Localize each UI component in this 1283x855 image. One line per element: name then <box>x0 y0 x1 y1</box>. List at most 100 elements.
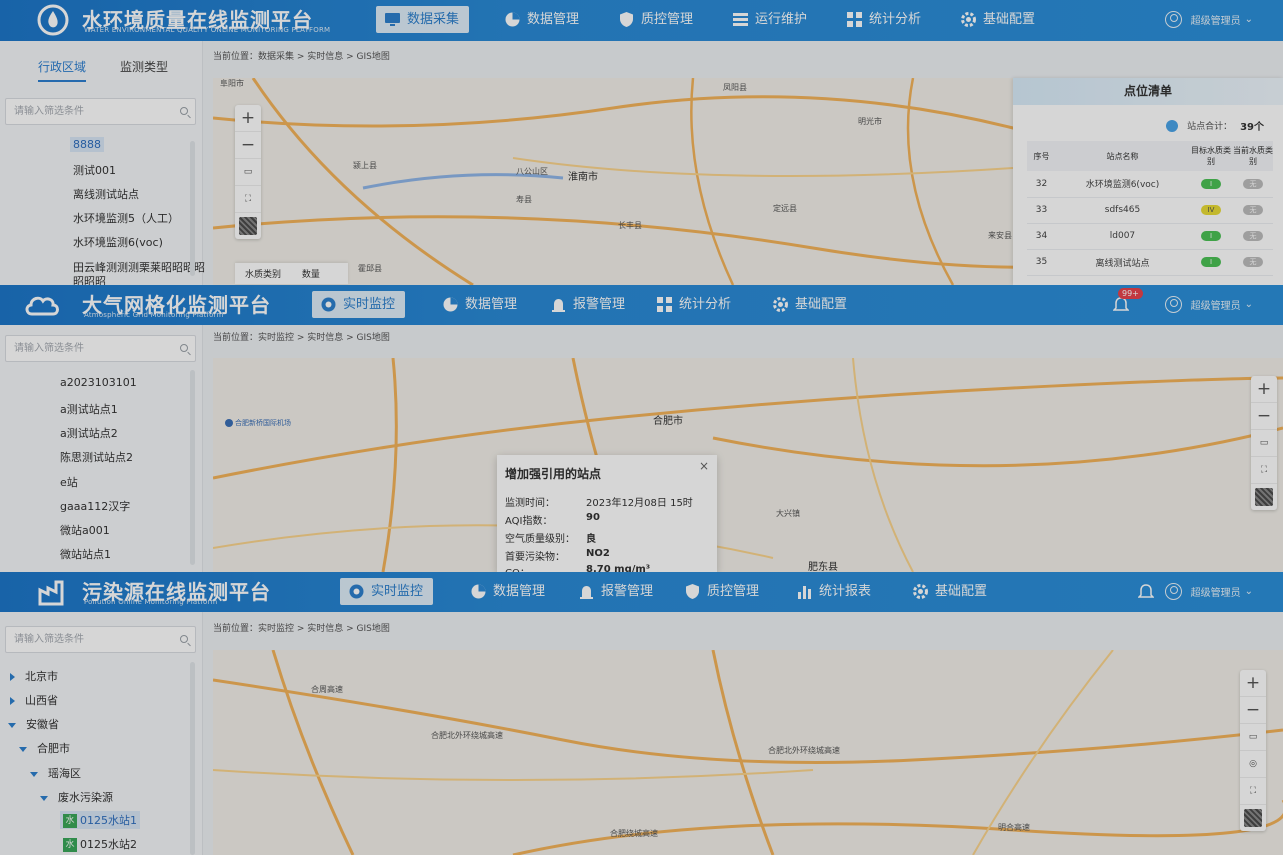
tree-leaf[interactable]: 水 0125水站1 <box>60 811 140 829</box>
sidebar-scrollbar[interactable] <box>190 662 195 855</box>
tree-item[interactable]: 微站a001 <box>60 522 110 538</box>
tree-item[interactable]: 微站站点1 <box>60 546 111 562</box>
zoom-in-button[interactable]: + <box>235 105 261 132</box>
nav-operation[interactable]: 运行维护 <box>724 6 817 33</box>
gear-icon <box>913 584 928 599</box>
satellite-layer-toggle[interactable] <box>1255 488 1273 506</box>
sidebar-tabs: 行政区域 监测类型 <box>0 41 203 89</box>
close-icon[interactable]: × <box>699 459 709 473</box>
tree-item[interactable]: 昭昭昭 <box>73 273 106 285</box>
map-roads <box>213 358 1283 572</box>
tree-node[interactable]: 北京市 <box>10 668 58 684</box>
popup-value: 90 <box>586 512 600 523</box>
nav-alarm-management[interactable]: 报警管理 <box>542 291 635 318</box>
air-user-menu[interactable]: 超级管理员 ⌄ <box>1164 296 1253 313</box>
ruler-icon[interactable]: ▭ <box>1251 430 1277 457</box>
tree-item[interactable]: a测试站点1 <box>60 401 118 417</box>
pollution-subtitle: Pollution Online Monitoring Platform <box>84 598 218 606</box>
nav-quality-control[interactable]: 质控管理 <box>610 6 703 33</box>
nav-statistics[interactable]: 统计分析 <box>648 291 741 318</box>
table-row[interactable]: 35 离线测试站点 I 无 <box>1027 249 1273 276</box>
zoom-out-button[interactable]: − <box>1240 697 1266 724</box>
nav-realtime-monitor[interactable]: 实时监控 <box>312 291 406 318</box>
nav-base-config[interactable]: 基础配置 <box>952 6 1045 33</box>
map-label: 来安县 <box>988 231 1012 240</box>
air-search-input[interactable]: 请输入筛选条件 <box>5 335 196 362</box>
sidebar-scrollbar[interactable] <box>190 141 195 276</box>
fullscreen-icon[interactable]: ⛶ <box>235 186 261 213</box>
table-row[interactable]: 33 sdfs465 IV 无 <box>1027 197 1273 224</box>
satellite-layer-toggle[interactable] <box>239 217 257 235</box>
ruler-icon[interactable]: ▭ <box>1240 724 1266 751</box>
fullscreen-icon[interactable]: ⛶ <box>1251 457 1277 484</box>
zoom-in-button[interactable]: + <box>1240 670 1266 697</box>
nav-base-config[interactable]: 基础配置 <box>904 578 997 605</box>
nav-realtime-monitor[interactable]: 实时监控 <box>340 578 434 605</box>
pollution-user-menu[interactable]: 超级管理员 ⌄ <box>1164 583 1253 600</box>
point-list-panel: 点位清单 站点合计： 39个 序号 站点名称 目标水质类别 当前水质类别 32 … <box>1013 78 1283 285</box>
map-label: 颍上县 <box>353 161 377 170</box>
nav-data-management[interactable]: 数据管理 <box>496 6 589 33</box>
bell-icon[interactable] <box>1138 582 1154 600</box>
zoom-out-button[interactable]: − <box>235 132 261 159</box>
sidebar-scrollbar[interactable] <box>190 370 195 565</box>
nav-data-collection[interactable]: 数据采集 <box>376 6 470 33</box>
pollution-header: 污染源在线监测平台 Pollution Online Monitoring Pl… <box>0 572 1283 612</box>
fullscreen-icon[interactable]: ⛶ <box>1240 778 1266 805</box>
ruler-icon[interactable]: ▭ <box>235 159 261 186</box>
nav-statistics[interactable]: 统计分析 <box>838 6 931 33</box>
zoom-in-button[interactable]: + <box>1251 376 1277 403</box>
nav-statistics-report[interactable]: 统计报表 <box>788 578 881 605</box>
tree-item[interactable]: a2023103101 <box>60 376 137 389</box>
pollution-search-input[interactable]: 请输入筛选条件 <box>5 626 196 653</box>
tab-count[interactable]: 数量 <box>302 270 320 280</box>
caret-down-icon <box>8 722 16 728</box>
table-row[interactable]: 34 ld007 I 无 <box>1027 223 1273 250</box>
search-icon <box>180 107 188 115</box>
tree-item[interactable]: e站 <box>60 474 78 490</box>
caret-down-icon <box>19 746 27 752</box>
map-label: 长丰县 <box>618 221 642 230</box>
water-user-menu[interactable]: 超级管理员 ⌄ <box>1164 11 1253 28</box>
air-gis-map[interactable]: 合肥新桥国际机场 合肥市 肥东县 大兴镇 + − ▭ ⛶ <box>213 358 1283 572</box>
tree-item[interactable]: 测试001 <box>73 162 116 178</box>
pollution-gis-map[interactable]: 合肥北外环绕城高速 合肥北外环绕城高速 合肥绕城高速 合周高速 明合高速 + −… <box>213 650 1283 855</box>
tree-item[interactable]: 水环境监测5（人工） <box>73 210 179 226</box>
chevron-down-icon: ⌄ <box>1244 299 1253 310</box>
tab-admin-region[interactable]: 行政区域 <box>38 58 87 82</box>
nav-data-management[interactable]: 数据管理 <box>434 291 527 318</box>
caret-right-icon <box>10 697 15 705</box>
water-station-icon: 水 <box>63 814 77 828</box>
tree-item[interactable]: a测试站点2 <box>60 425 118 441</box>
table-row[interactable]: 32 水环境监测6(voc) I 无 <box>1027 171 1273 198</box>
zoom-out-button[interactable]: − <box>1251 403 1277 430</box>
monitor-icon <box>385 13 400 26</box>
map-label: 合肥北外环绕城高速 <box>768 746 840 755</box>
shield-icon <box>686 584 699 599</box>
pie-chart-icon <box>443 297 458 312</box>
tree-node[interactable]: 山西省 <box>10 692 58 708</box>
tree-item[interactable]: 陈思测试站点2 <box>60 449 133 465</box>
server-icon <box>733 13 748 26</box>
col-name: 站点名称 <box>1055 141 1189 171</box>
satellite-layer-toggle[interactable] <box>1244 809 1262 827</box>
locate-icon[interactable]: ◎ <box>1240 751 1266 778</box>
tree-node[interactable]: 安徽省 <box>8 716 59 732</box>
tree-node[interactable]: 瑶海区 <box>30 765 81 781</box>
nav-data-management[interactable]: 数据管理 <box>462 578 555 605</box>
tree-leaf[interactable]: 水 0125水站2 <box>63 836 137 852</box>
tab-water-class[interactable]: 水质类别 <box>245 270 281 280</box>
nav-quality-control[interactable]: 质控管理 <box>676 578 769 605</box>
tree-node[interactable]: 废水污染源 <box>40 789 113 805</box>
breadcrumb: 当前位置：数据采集 > 实时信息 > GIS地图 <box>213 52 390 62</box>
tree-item[interactable]: 离线测试站点 <box>73 186 139 202</box>
tab-monitor-type[interactable]: 监测类型 <box>120 58 168 75</box>
nav-base-config[interactable]: 基础配置 <box>764 291 857 318</box>
water-search-input[interactable]: 请输入筛选条件 <box>5 98 196 125</box>
pollution-sidebar: 请输入筛选条件 北京市 山西省 安徽省 合肥市 瑶海区 废水污染源 水 0125水… <box>0 612 203 855</box>
tree-item[interactable]: gaaa112汉字 <box>60 498 130 514</box>
tree-node[interactable]: 合肥市 <box>19 740 70 756</box>
tree-item[interactable]: 水环境监测6(voc) <box>73 234 163 250</box>
tree-item[interactable]: 8888 <box>70 137 104 152</box>
nav-alarm-management[interactable]: 报警管理 <box>570 578 663 605</box>
